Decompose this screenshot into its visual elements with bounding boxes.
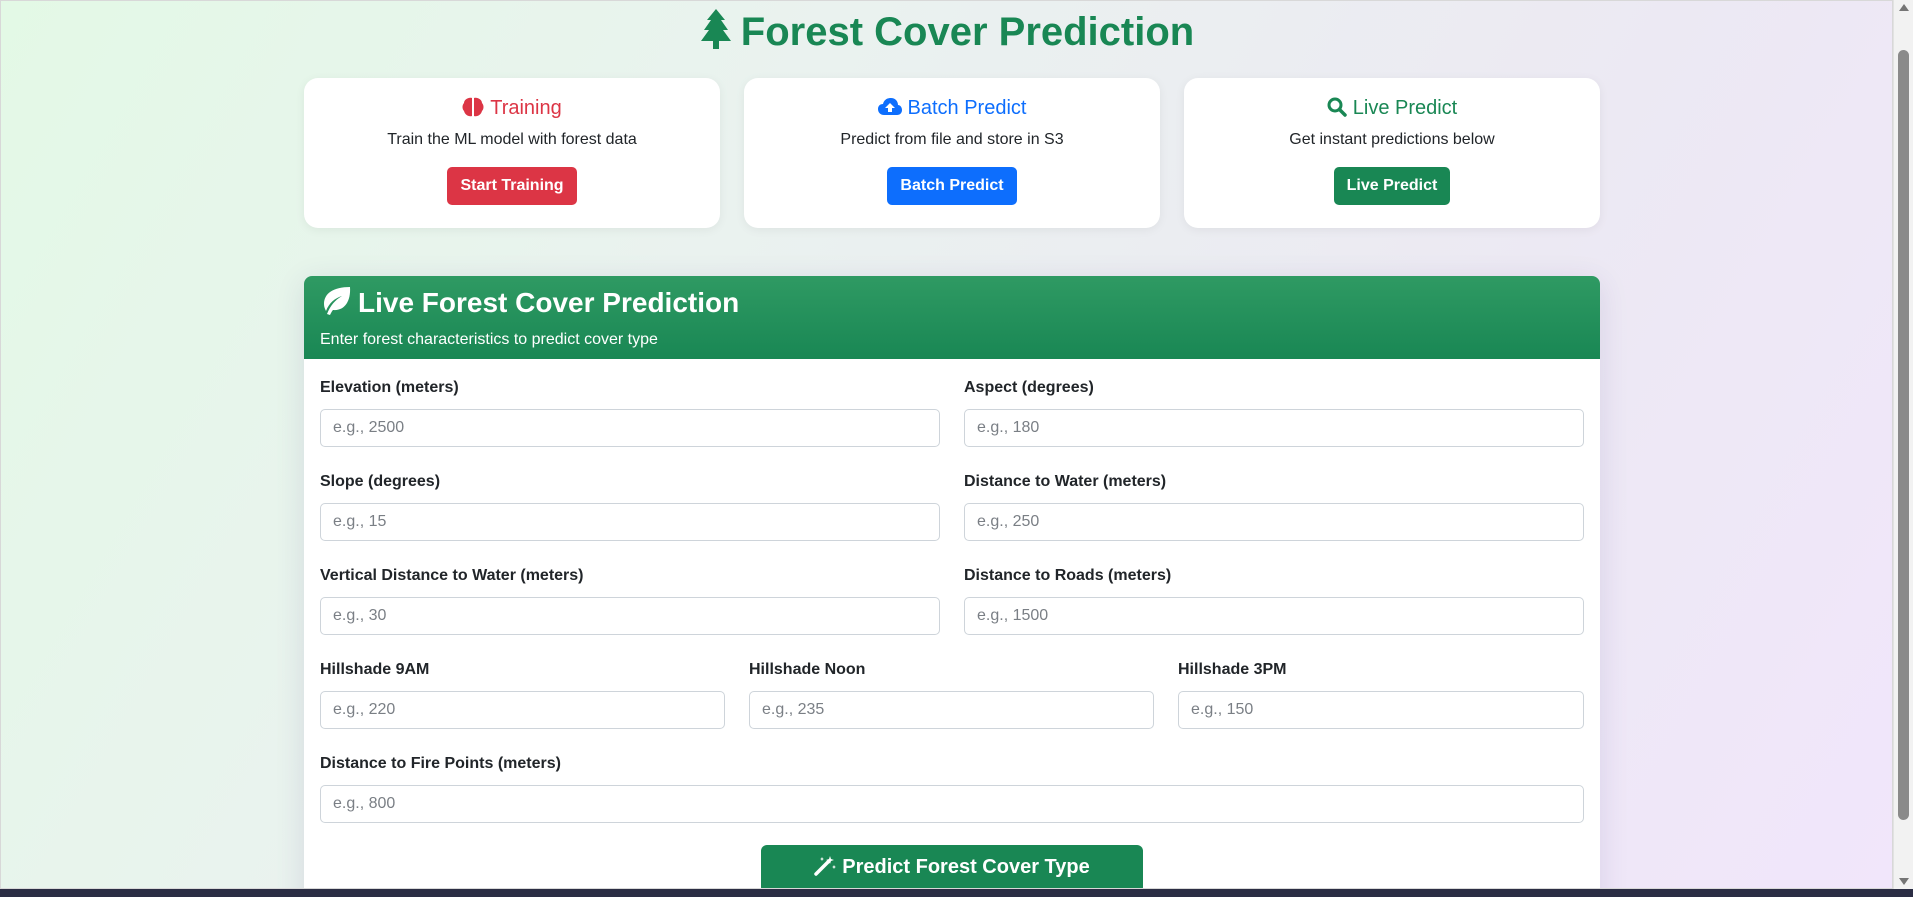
distance-to-fire-points-group: Distance to Fire Points (meters)	[320, 754, 1584, 823]
training-card-title: Training	[304, 95, 720, 124]
vertical-distance-to-water-group: Vertical Distance to Water (meters)	[320, 566, 940, 635]
elevation-group: Elevation (meters)	[320, 378, 940, 447]
magic-wand-icon	[814, 856, 837, 882]
slope-group: Slope (degrees)	[320, 472, 940, 541]
slope-input[interactable]	[320, 503, 940, 541]
form-subtitle: Enter forest characteristics to predict …	[320, 331, 658, 348]
leaf-icon	[320, 286, 352, 326]
page-title-text: Forest Cover Prediction	[740, 10, 1195, 54]
elevation-input[interactable]	[320, 409, 940, 447]
form-title-text: Live Forest Cover Prediction	[358, 287, 740, 318]
hillshade-noon-group: Hillshade Noon	[749, 660, 1154, 729]
distance-to-roads-label: Distance to Roads (meters)	[964, 567, 1172, 584]
training-card: Training Train the ML model with forest …	[304, 78, 720, 228]
batch-predict-card: Batch Predict Predict from file and stor…	[744, 78, 1160, 228]
distance-to-roads-group: Distance to Roads (meters)	[964, 566, 1584, 635]
hillshade-noon-label: Hillshade Noon	[749, 661, 866, 678]
live-predict-button[interactable]: Live Predict	[1333, 167, 1451, 205]
live-prediction-form: Live Forest Cover Prediction Enter fores…	[304, 276, 1600, 888]
predict-forest-cover-button-label: Predict Forest Cover Type	[842, 856, 1090, 878]
cloud-upload-icon	[877, 97, 902, 124]
form-title: Live Forest Cover Prediction	[320, 284, 1584, 326]
tree-icon	[700, 9, 731, 61]
vertical-distance-to-water-label: Vertical Distance to Water (meters)	[320, 567, 584, 584]
aspect-group: Aspect (degrees)	[964, 378, 1584, 447]
batch-predict-card-description: Predict from file and store in S3	[840, 131, 1064, 148]
browser-viewport: Forest Cover Prediction Training Train t…	[0, 0, 1893, 889]
training-card-title-text: Training	[490, 97, 562, 119]
search-icon	[1327, 97, 1347, 124]
live-predict-card-description: Get instant predictions below	[1289, 131, 1495, 148]
live-predict-card-title: Live Predict	[1184, 95, 1600, 124]
hillshade-3pm-input[interactable]	[1178, 691, 1584, 729]
start-training-button[interactable]: Start Training	[447, 167, 577, 205]
elevation-label: Elevation (meters)	[320, 379, 459, 396]
form-header: Live Forest Cover Prediction Enter fores…	[304, 276, 1600, 359]
hillshade-9am-label: Hillshade 9AM	[320, 661, 430, 678]
vertical-distance-to-water-input[interactable]	[320, 597, 940, 635]
hillshade-noon-input[interactable]	[749, 691, 1154, 729]
distance-to-water-label: Distance to Water (meters)	[964, 473, 1167, 490]
distance-to-water-group: Distance to Water (meters)	[964, 472, 1584, 541]
distance-to-water-input[interactable]	[964, 503, 1584, 541]
page-title: Forest Cover Prediction	[1, 7, 1892, 61]
training-card-description: Train the ML model with forest data	[387, 131, 637, 148]
distance-to-roads-input[interactable]	[964, 597, 1584, 635]
scroll-up-arrow-icon[interactable]	[1899, 4, 1909, 11]
batch-predict-button[interactable]: Batch Predict	[887, 167, 1017, 205]
batch-predict-card-title: Batch Predict	[744, 95, 1160, 124]
taskbar-strip	[0, 889, 1913, 897]
scroll-down-arrow-icon[interactable]	[1899, 878, 1909, 885]
aspect-label: Aspect (degrees)	[964, 379, 1094, 396]
predict-forest-cover-button[interactable]: Predict Forest Cover Type	[761, 845, 1143, 888]
hillshade-9am-group: Hillshade 9AM	[320, 660, 725, 729]
vertical-scrollbar[interactable]	[1893, 0, 1913, 889]
distance-to-fire-points-label: Distance to Fire Points (meters)	[320, 755, 561, 772]
live-predict-card: Live Predict Get instant predictions bel…	[1184, 78, 1600, 228]
batch-predict-card-title-text: Batch Predict	[907, 97, 1027, 119]
slope-label: Slope (degrees)	[320, 473, 441, 490]
aspect-input[interactable]	[964, 409, 1584, 447]
hillshade-3pm-label: Hillshade 3PM	[1178, 661, 1287, 678]
hillshade-3pm-group: Hillshade 3PM	[1178, 660, 1584, 729]
hillshade-9am-input[interactable]	[320, 691, 725, 729]
live-predict-card-title-text: Live Predict	[1352, 97, 1458, 119]
distance-to-fire-points-input[interactable]	[320, 785, 1584, 823]
scrollbar-thumb[interactable]	[1898, 50, 1909, 820]
brain-icon	[462, 97, 484, 124]
